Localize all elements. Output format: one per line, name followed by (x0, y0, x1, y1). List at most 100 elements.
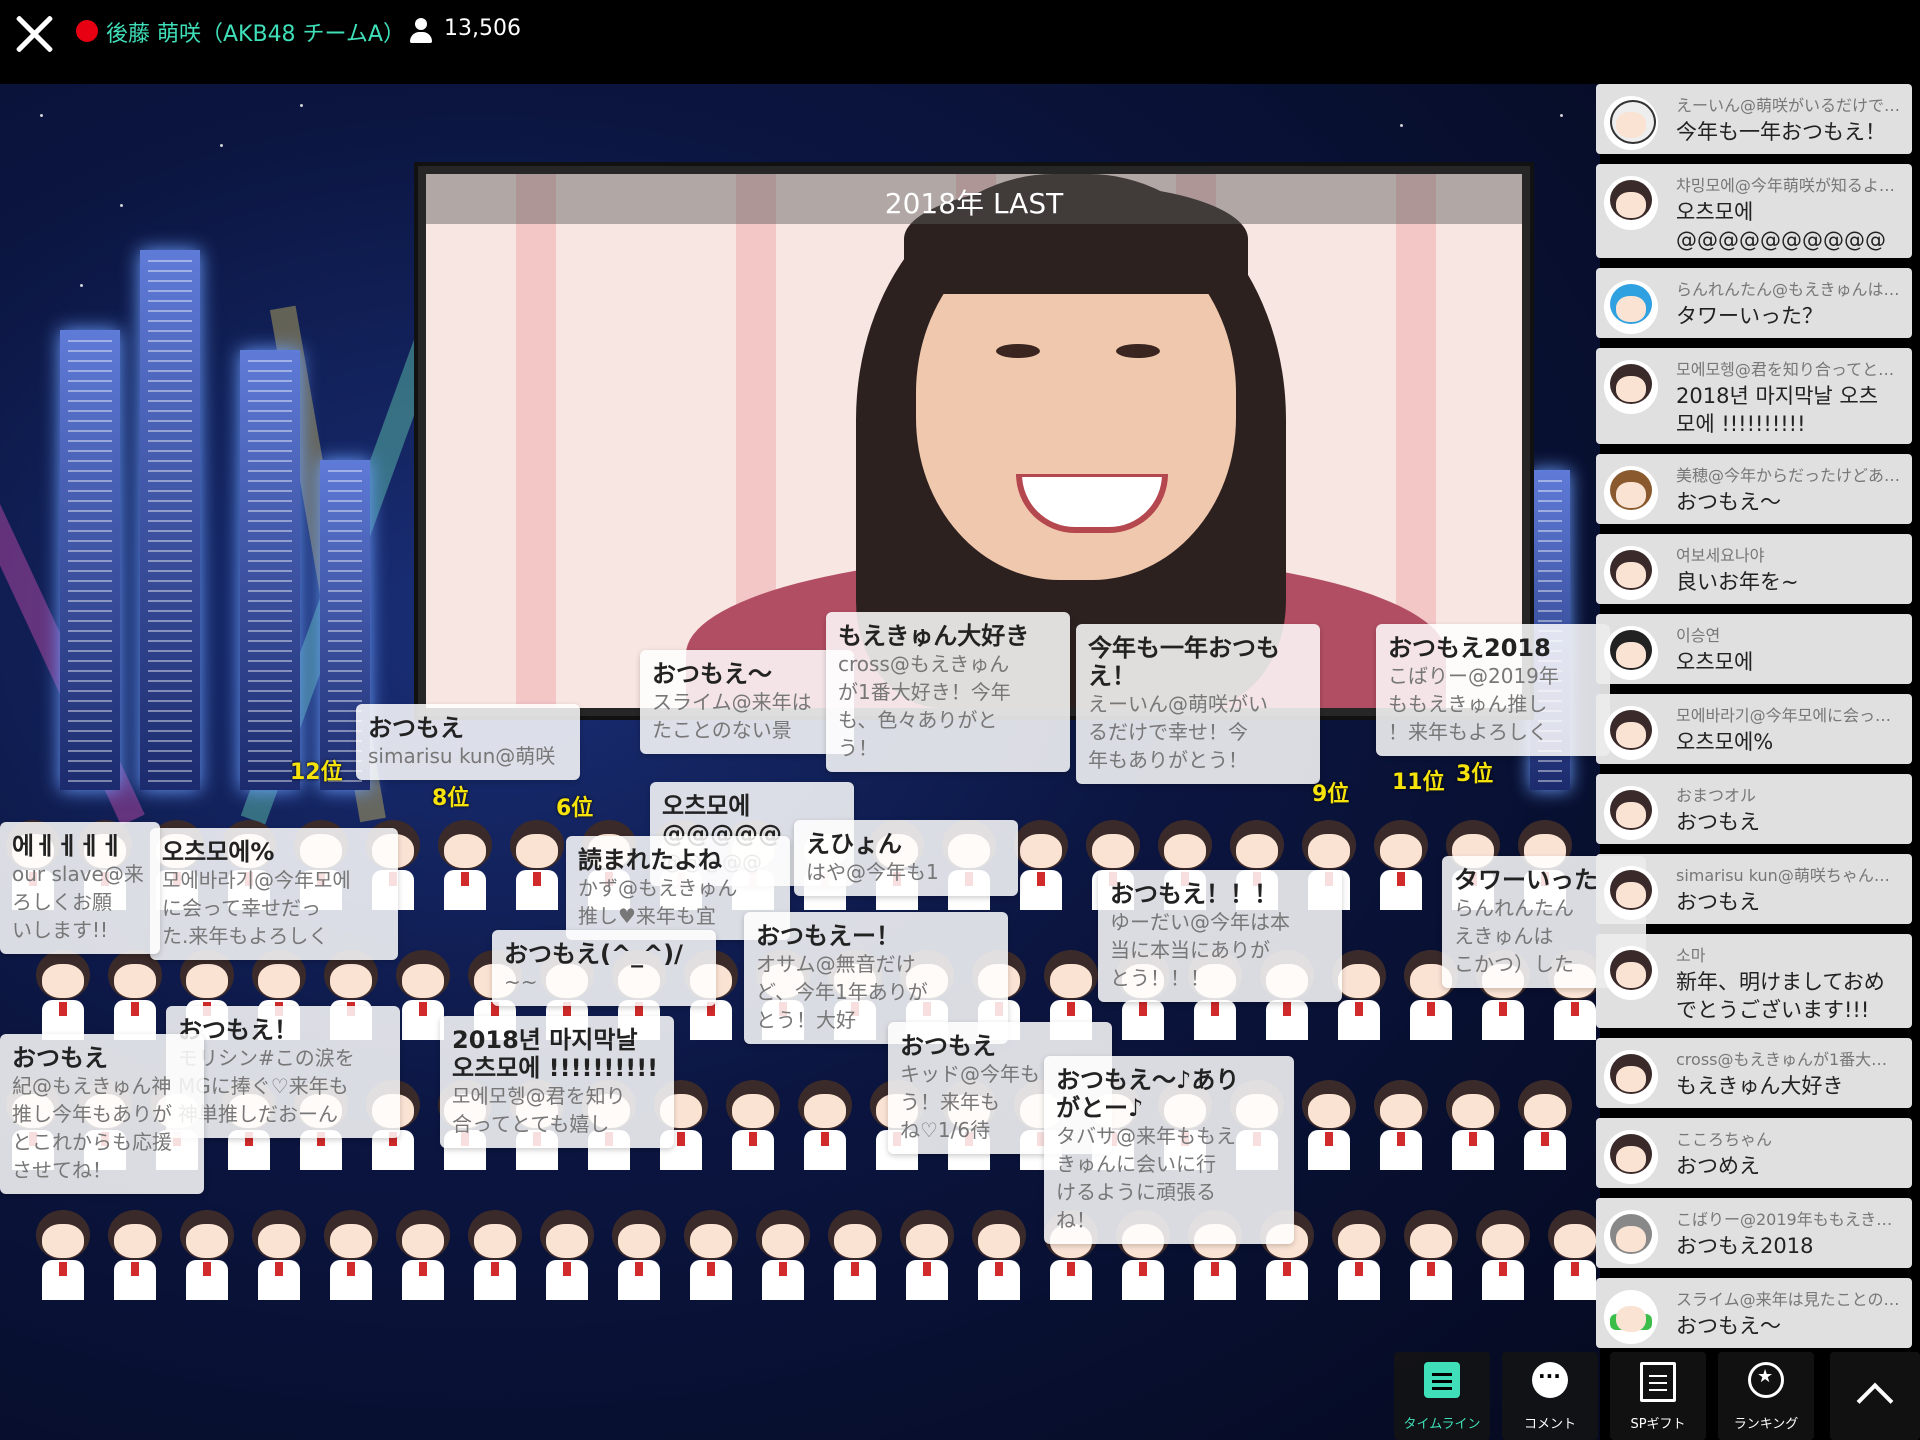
timeline-comment[interactable]: スライム@来年は見たことの… おつもえ〜 (1596, 1278, 1912, 1348)
spgift-tab[interactable]: SPギフト (1610, 1352, 1706, 1440)
timeline-text: もえきゅん大好き (1676, 1074, 1844, 1098)
stage-comment-user: こばりー@2019年 ももえきゅん推し ！来年もよろしく (1388, 664, 1559, 744)
timeline-user: らんれんたん@もえきゅんは… (1676, 280, 1900, 299)
gift-avatar (1368, 820, 1434, 910)
timeline-comment[interactable]: 이승연 오츠모에 (1596, 614, 1912, 684)
timeline-comment[interactable]: えーいん@萌咲がいるだけで… 今年も一年おつもえ！ (1596, 84, 1912, 154)
stage-comment-text: おつもえ〜♪あり がとー♪ (1056, 1066, 1240, 1122)
close-icon[interactable] (12, 12, 56, 56)
gift-avatar (720, 1080, 786, 1170)
timeline-comment[interactable]: 모에모헹@君を知り合ってと… 2018년 마지막날 오츠 모에 !!!!!!!!!… (1596, 348, 1912, 444)
stage-comment: おつもえ simarisu kun@萌咲 (356, 704, 580, 780)
timeline-text: おつめえ (1676, 1154, 1760, 1178)
timeline-comment[interactable]: 챠밍모에@今年萌咲が知るよ… 오츠모에 @@@@@@@@@@ (1596, 164, 1912, 258)
comment-timeline[interactable]: ゆーだい@今年は本当に本当…おつもえ！！！えーいん@萌咲がいるだけで…今年も一年… (1596, 0, 1920, 1440)
spgift-tab-label: SPギフト (1630, 1417, 1686, 1432)
gift-avatar (390, 1210, 456, 1300)
anime-girl-avatar-icon (1604, 626, 1658, 680)
stage-comment: 2018년 마지막날 오츠모에 !!!!!!!!!! 모에모헹@君を知り 合ってと… (440, 1016, 674, 1148)
gift-avatar (822, 1210, 888, 1300)
timeline-user: 소마 (1676, 946, 1706, 965)
viewer-icon (410, 18, 432, 44)
stage-comment: 今年も一年おつも え！ えーいん@萌咲がい るだけで幸せ！今 年もありがとう！ (1076, 624, 1320, 784)
girl-avatar-icon (1604, 360, 1658, 414)
timeline-comment[interactable]: 모에바라기@今年모에に会っ… 오츠모에% (1596, 694, 1912, 764)
stage-comment-text: 2018년 마지막날 오츠모에 !!!!!!!!!! (452, 1026, 659, 1082)
gift-avatar (1326, 1210, 1392, 1300)
timeline-user: 모에바라기@今年모에に会っ… (1676, 706, 1892, 725)
girl-avatar-icon (1604, 866, 1658, 920)
cat-avatar-icon (1604, 96, 1658, 150)
stage-comment-text: 今年も一年おつも え！ (1088, 634, 1280, 690)
gift-avatar (534, 1210, 600, 1300)
gift-avatar (246, 1210, 312, 1300)
stage-comment-text: 오츠모에% (162, 838, 275, 866)
stage-comment-user: ~~ (504, 970, 538, 994)
comment-tab[interactable]: コメント (1502, 1352, 1598, 1440)
timeline-tab[interactable]: タイムライン (1394, 1352, 1490, 1440)
gift-avatar (504, 820, 570, 910)
ranking-tab[interactable]: ランキング (1718, 1352, 1814, 1440)
rank-badge: 8位 (432, 786, 470, 811)
stage-comment: おつもえ 紀@もえきゅん神 推し今年もありが とこれからも応援 させてね！ (0, 1034, 204, 1194)
stage-comment-user: ゆーだい@今年は本 当に本当にありが とう！！！ (1110, 910, 1290, 990)
timeline-user: スライム@来年は見たことの… (1676, 1290, 1900, 1309)
star (300, 104, 303, 107)
timeline-user: simarisu kun@萌咲ちゃん… (1676, 866, 1890, 885)
gift-avatar (792, 1080, 858, 1170)
girl-avatar-icon (1604, 946, 1658, 1000)
gift-avatar (1512, 1080, 1578, 1170)
crocodile-avatar-icon (1604, 1290, 1658, 1344)
stage-comment: おつもえ2018 こばりー@2019年 ももえきゅん推し ！来年もよろしく (1376, 624, 1610, 756)
timeline-comment[interactable]: cross@もえきゅんが1番大… もえきゅん大好き (1596, 1038, 1912, 1108)
timeline-comment[interactable]: こばりー@2019年ももえき… おつもえ2018 (1596, 1198, 1912, 1268)
timeline-user: 모에모헹@君を知り合ってと… (1676, 360, 1895, 379)
stage-comment-user: 紀@もえきゅん神 推し今年もありが とこれからも応援 させてね！ (12, 1074, 172, 1182)
stage-comment-text: おつもえ (12, 1044, 108, 1072)
gift-avatar (606, 1210, 672, 1300)
stage-comment-user: cross@もえきゅん が1番大好き！今年 も、色々ありがと う！ (838, 652, 1011, 760)
timeline-comment[interactable]: 美穂@今年からだったけどあ… おつもえ〜 (1596, 454, 1912, 524)
timeline-text: 2018년 마지막날 오츠 모에 !!!!!!!!!! (1676, 384, 1879, 436)
scroll-up-button[interactable] (1830, 1352, 1920, 1440)
timeline-comment[interactable]: simarisu kun@萌咲ちゃん… おつもえ (1596, 854, 1912, 924)
member-name[interactable]: 後藤 萌咲（AKB48 チームA） (106, 16, 405, 48)
timeline-tab-label: タイムライン (1403, 1417, 1481, 1432)
timeline-user: cross@もえきゅんが1番大… (1676, 1050, 1888, 1069)
gift-avatar (750, 1210, 816, 1300)
stage-comment-text: おつもえー！ (756, 922, 900, 950)
timeline-text: おつもえ〜 (1676, 490, 1781, 514)
timeline-comment[interactable]: らんれんたん@もえきゅんは… タワーいった？ (1596, 268, 1912, 338)
rank-badge: 12位 (290, 760, 343, 785)
stage-comment-text: おつもえ〜 (652, 660, 772, 688)
video-title: 2018年 LAST (884, 187, 1064, 220)
gift-avatar (174, 1210, 240, 1300)
timeline-comment[interactable]: 소마 新年、明けましておめ でとうございます!!! (1596, 934, 1912, 1028)
timeline-user: 美穂@今年からだったけどあ… (1676, 466, 1901, 485)
star (1400, 124, 1403, 127)
timeline-comment[interactable]: こころちゃん おつめえ (1596, 1118, 1912, 1188)
timeline-text: おつもえ (1676, 890, 1760, 914)
timeline-text: 良いお年を~ (1676, 570, 1799, 594)
blue-avatar-icon (1604, 280, 1658, 334)
stage-comment: 오츠모에% 모에바라기@今年모에 に会って幸せだっ た.来年もよろしく (150, 828, 398, 960)
timeline-user: こばりー@2019年ももえき… (1676, 1210, 1893, 1229)
star (120, 204, 123, 207)
timeline-user: えーいん@萌咲がいるだけで… (1676, 96, 1901, 115)
gift-avatar (102, 1210, 168, 1300)
timeline-text: タワーいった？ (1676, 304, 1823, 328)
gift-avatar (1296, 1080, 1362, 1170)
timeline-comment[interactable]: おまつオル おつもえ (1596, 774, 1912, 844)
stage-comment-user: モリシン#この涙を MGに捧ぐ♡来年も 神単推しだおーん (178, 1046, 355, 1126)
girl-avatar-icon (1604, 1050, 1658, 1104)
timeline-comment[interactable]: 여보세요나야 良いお年を~ (1596, 534, 1912, 604)
stage-comment-user: えーいん@萌咲がい るだけで幸せ！今 年もありがとう！ (1088, 692, 1268, 772)
stage-comment-text: 読まれたよね (578, 846, 722, 874)
gift-avatar (1440, 1080, 1506, 1170)
stage-comment: 에ㅔㅔㅔㅔ our slave@来 ろしくお願 いします!! (0, 822, 160, 954)
gift-avatar (462, 1210, 528, 1300)
timeline-text: 오츠모에 @@@@@@@@@@ (1676, 200, 1886, 252)
gift-avatar (30, 1210, 96, 1300)
gift-avatar (1398, 1210, 1464, 1300)
girl-avatar-icon (1604, 706, 1658, 760)
